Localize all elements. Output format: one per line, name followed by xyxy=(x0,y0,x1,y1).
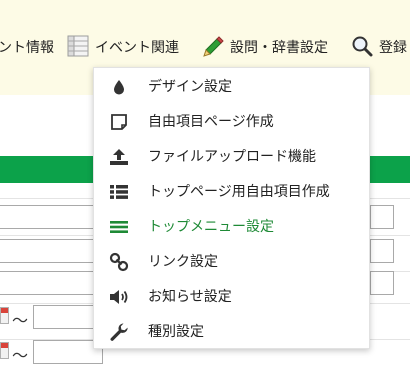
list-grid-icon xyxy=(67,35,89,61)
range-separator: ～ xyxy=(12,346,29,365)
speaker-icon xyxy=(108,286,130,308)
menu-item-label: トップメニュー設定 xyxy=(148,219,274,235)
link-icon xyxy=(108,251,130,273)
wrench-icon xyxy=(108,321,130,343)
nav-item-event-related[interactable]: イベント関連 xyxy=(67,35,179,61)
text-field[interactable] xyxy=(370,239,394,263)
range-separator: ～ xyxy=(12,311,29,330)
text-field[interactable] xyxy=(370,271,394,295)
text-field[interactable] xyxy=(0,239,98,263)
menu-item-top-page-free-items[interactable]: トップページ用自由項目作成 xyxy=(94,175,369,209)
menu-item-label: 種別設定 xyxy=(148,324,204,340)
menu-item-label: リンク設定 xyxy=(148,254,218,270)
upload-icon xyxy=(108,146,130,168)
pencil-icon xyxy=(202,35,224,61)
settings-dropdown-menu: デザイン設定 自由項目ページ作成 ファイルアップロード機能 トップページ用自由項… xyxy=(93,67,370,349)
menu-item-label: ファイルアップロード機能 xyxy=(148,149,316,165)
droplet-icon xyxy=(108,76,130,98)
menu-item-label: デザイン設定 xyxy=(148,79,232,95)
text-field[interactable] xyxy=(0,271,98,295)
menu-item-label: 自由項目ページ作成 xyxy=(148,114,274,130)
nav-item-event-info[interactable]: ント情報 xyxy=(0,36,54,60)
menu-item-file-upload[interactable]: ファイルアップロード機能 xyxy=(94,140,369,174)
menu-item-category-settings[interactable]: 種別設定 xyxy=(94,315,369,349)
text-field[interactable] xyxy=(0,205,98,229)
page-icon xyxy=(108,111,130,133)
menu-item-free-page[interactable]: 自由項目ページ作成 xyxy=(94,105,369,139)
calendar-icon[interactable] xyxy=(0,342,9,359)
menu-item-notice-settings[interactable]: お知らせ設定 xyxy=(94,280,369,314)
nav-item-label: 登録 xyxy=(379,40,407,56)
menu-item-top-menu-settings[interactable]: トップメニュー設定 xyxy=(94,210,369,244)
nav-item-registration[interactable]: 登録 xyxy=(351,36,407,60)
nav-item-label: イベント関連 xyxy=(95,40,179,56)
list-icon xyxy=(108,181,130,203)
menu-item-link-settings[interactable]: リンク設定 xyxy=(94,245,369,279)
nav-item-question-dictionary[interactable]: 設問・辞書設定 xyxy=(202,36,328,60)
search-icon xyxy=(351,35,373,61)
calendar-icon[interactable] xyxy=(0,307,9,324)
menu-item-design-settings[interactable]: デザイン設定 xyxy=(94,70,369,104)
menu-item-label: お知らせ設定 xyxy=(148,289,232,305)
text-field[interactable] xyxy=(370,205,394,229)
menu-lines-icon xyxy=(108,216,130,238)
nav-item-label: 設問・辞書設定 xyxy=(230,40,328,56)
nav-item-label: ント情報 xyxy=(0,40,54,56)
menu-item-label: トップページ用自由項目作成 xyxy=(148,184,330,200)
